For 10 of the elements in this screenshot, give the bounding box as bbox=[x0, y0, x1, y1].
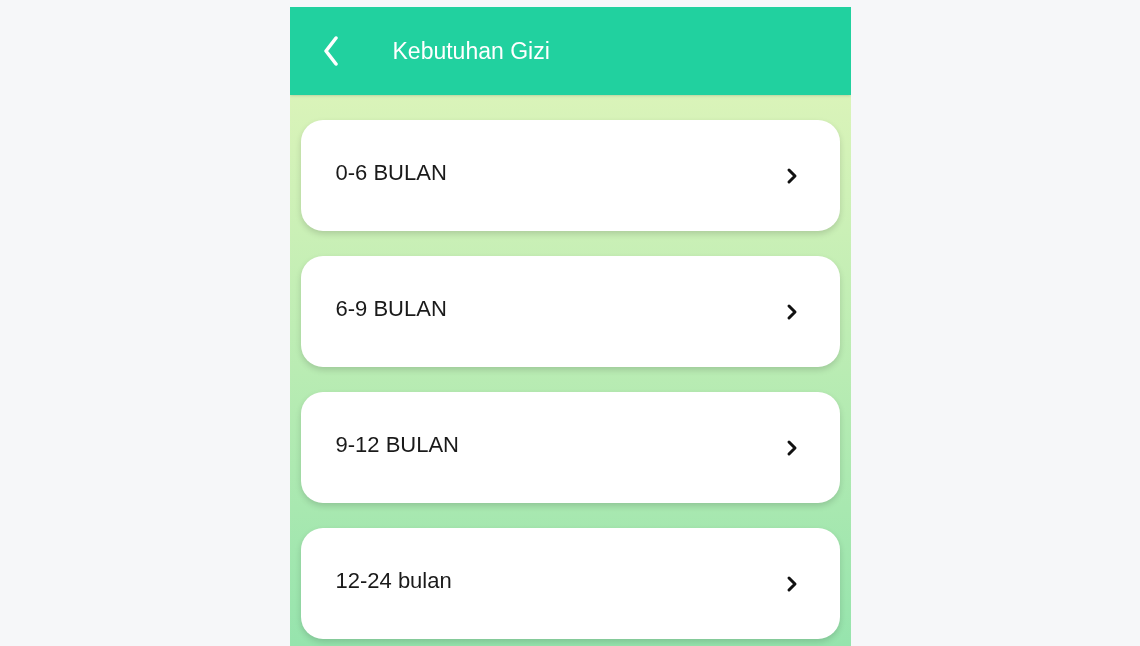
chevron-right-icon bbox=[785, 438, 798, 457]
menu-item[interactable]: 6-9 BULAN bbox=[300, 256, 840, 367]
menu-item[interactable]: 12-24 bulan bbox=[300, 528, 840, 639]
chevron-right-icon bbox=[785, 574, 798, 593]
menu-item[interactable]: 0-6 BULAN bbox=[300, 120, 840, 231]
chevron-right-icon bbox=[785, 302, 798, 321]
page-title: Kebutuhan Gizi bbox=[392, 36, 550, 66]
menu-item[interactable]: 9-12 BULAN bbox=[300, 392, 840, 503]
back-icon bbox=[322, 36, 339, 66]
chevron-right-icon bbox=[785, 166, 798, 185]
